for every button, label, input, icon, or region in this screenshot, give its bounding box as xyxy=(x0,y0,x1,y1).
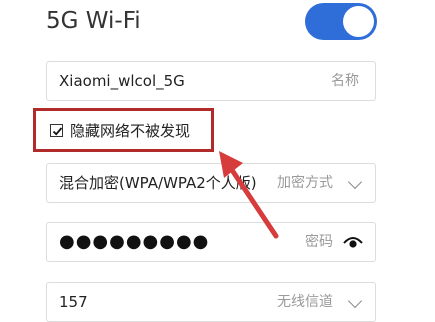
channel-value: 157 xyxy=(59,293,88,311)
channel-select[interactable]: 157 无线信道 xyxy=(46,282,376,322)
encryption-select[interactable]: 混合加密(WPA/WPA2个人版) 加密方式 xyxy=(46,163,376,203)
annotation-arrow xyxy=(219,151,279,239)
checkmark-icon xyxy=(52,126,63,136)
ssid-label: 名称 xyxy=(331,73,359,89)
hide-network-row[interactable]: 隐藏网络不被发现 xyxy=(50,119,190,141)
channel-label: 无线信道 xyxy=(277,294,333,310)
password-field[interactable]: ●●●●●●●●● 密码 xyxy=(46,222,376,262)
wifi-toggle[interactable] xyxy=(305,3,377,40)
toggle-knob xyxy=(343,6,374,37)
hide-network-label: 隐藏网络不被发现 xyxy=(70,121,191,140)
encryption-label: 加密方式 xyxy=(277,175,333,191)
ssid-value: Xiaomi_wlcol_5G xyxy=(59,72,185,90)
eye-icon[interactable] xyxy=(343,235,363,254)
chevron-down-icon xyxy=(347,174,363,190)
wifi-title: 5G Wi-Fi xyxy=(46,8,141,34)
chevron-down-icon xyxy=(347,293,363,309)
ssid-field[interactable]: Xiaomi_wlcol_5G 名称 xyxy=(46,61,376,101)
hide-network-checkbox[interactable] xyxy=(50,123,63,137)
password-value: ●●●●●●●●● xyxy=(59,231,210,252)
encryption-value: 混合加密(WPA/WPA2个人版) xyxy=(59,174,257,192)
password-label: 密码 xyxy=(305,234,333,250)
